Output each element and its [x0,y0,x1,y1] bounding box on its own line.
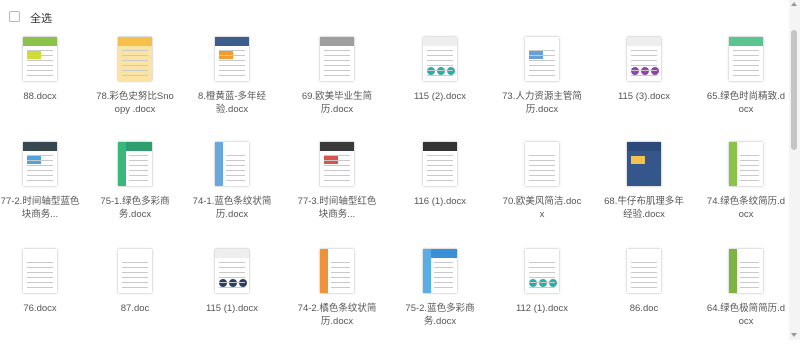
file-name: 87.doc [120,303,150,314]
file-name: 69.欧美毕业生简历.docx [301,91,373,115]
document-thumbnail-icon [729,249,763,293]
file-item[interactable]: 86.doc [604,240,684,350]
file-name: 86.doc [629,303,659,314]
document-thumbnail-icon [215,249,249,293]
file-name: 74.绿色条纹简历.docx [706,196,786,220]
select-all-label[interactable]: 全选 [30,10,52,26]
file-item[interactable]: 69.欧美毕业生简历.docx [297,28,377,138]
file-name: 68.牛仔布肌理多年经验.docx [604,196,684,220]
document-thumbnail-icon [423,249,457,293]
file-item[interactable]: 87.doc [95,240,175,350]
file-name: 74-2.橘色条纹状简历.docx [297,303,377,327]
document-thumbnail-icon [320,249,354,293]
file-name: 78.彩色史努比Snoopy .docx [96,91,174,115]
file-name: 75-2.蓝色多彩商务.docx [405,303,475,327]
document-thumbnail-icon [627,249,661,293]
document-thumbnail-icon [118,37,152,81]
document-thumbnail-icon [525,37,559,81]
file-name: 74-1.蓝色条纹状简历.docx [192,196,272,220]
document-thumbnail-icon [215,142,249,186]
vertical-scrollbar[interactable] [789,0,800,340]
document-thumbnail-icon [423,37,457,81]
file-name: 115 (3).docx [617,91,671,102]
file-item[interactable]: 78.彩色史努比Snoopy .docx [95,28,175,138]
file-item[interactable]: 77-3.时间轴型红色块商务... [297,133,377,243]
file-name: 115 (1).docx [205,303,259,314]
file-item[interactable]: 75-2.蓝色多彩商务.docx [400,240,480,350]
file-item[interactable]: 74-2.橘色条纹状简历.docx [297,240,377,350]
document-thumbnail-icon [627,37,661,81]
file-item[interactable]: 8.橙黄蓝-多年经验.docx [192,28,272,138]
file-item[interactable]: 88.docx [0,28,80,138]
document-thumbnail-icon [320,142,354,186]
document-thumbnail-icon [525,142,559,186]
file-name: 76.docx [23,303,57,314]
file-item[interactable]: 76.docx [0,240,80,350]
file-name: 77-3.时间轴型红色块商务... [297,196,377,220]
file-item[interactable]: 65.绿色时尚精致.docx [706,28,786,138]
document-thumbnail-icon [627,142,661,186]
document-thumbnail-icon [118,249,152,293]
file-item[interactable]: 68.牛仔布肌理多年经验.docx [604,133,684,243]
file-name: 116 (1).docx [413,196,467,207]
document-thumbnail-icon [23,249,57,293]
file-name: 77-2.时间轴型蓝色块商务... [0,196,80,220]
file-name: 75-1.绿色多彩商务.docx [100,196,170,220]
select-all-checkbox[interactable] [9,11,20,22]
file-name: 8.橙黄蓝-多年经验.docx [197,91,267,115]
scrollbar-thumb[interactable] [791,30,797,150]
file-item[interactable]: 73.人力资源主管简历.docx [502,28,582,138]
file-item[interactable]: 77-2.时间轴型蓝色块商务... [0,133,80,243]
scroll-down-arrow-icon[interactable] [791,333,797,337]
file-item[interactable]: 75-1.绿色多彩商务.docx [95,133,175,243]
document-thumbnail-icon [423,142,457,186]
document-thumbnail-icon [215,37,249,81]
file-name: 112 (1).docx [515,303,569,314]
file-item[interactable]: 115 (2).docx [400,28,480,138]
file-item[interactable]: 74-1.蓝色条纹状简历.docx [192,133,272,243]
file-name: 70.欧美风简洁.docx [502,196,582,220]
file-name: 88.docx [23,91,57,102]
file-name: 73.人力资源主管简历.docx [502,91,582,115]
document-thumbnail-icon [320,37,354,81]
document-thumbnail-icon [23,37,57,81]
document-thumbnail-icon [23,142,57,186]
file-item[interactable]: 64.绿色极简简历.docx [706,240,786,350]
file-item[interactable]: 116 (1).docx [400,133,480,243]
file-name: 64.绿色极简简历.docx [706,303,786,327]
file-item[interactable]: 70.欧美风简洁.docx [502,133,582,243]
document-thumbnail-icon [729,37,763,81]
file-item[interactable]: 112 (1).docx [502,240,582,350]
file-item[interactable]: 74.绿色条纹简历.docx [706,133,786,243]
document-thumbnail-icon [729,142,763,186]
file-item[interactable]: 115 (1).docx [192,240,272,350]
file-item[interactable]: 115 (3).docx [604,28,684,138]
document-thumbnail-icon [525,249,559,293]
file-name: 65.绿色时尚精致.docx [706,91,786,115]
scroll-up-arrow-icon[interactable] [791,2,797,6]
file-name: 115 (2).docx [413,91,467,102]
document-thumbnail-icon [118,142,152,186]
